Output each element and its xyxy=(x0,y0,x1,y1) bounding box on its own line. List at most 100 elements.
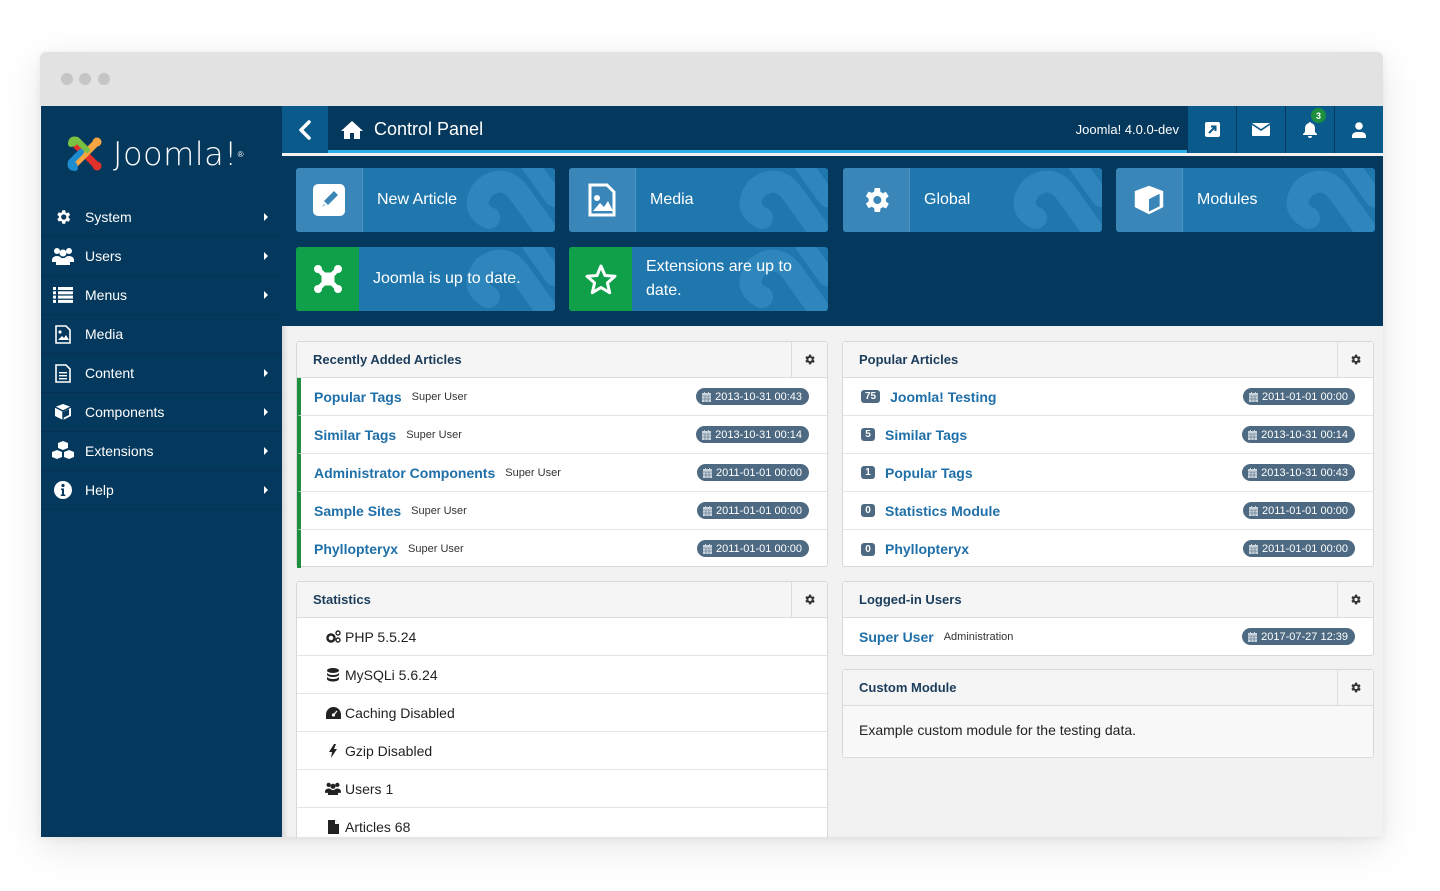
popular-articles-card: Popular Articles 75 Joomla! Testing 2011… xyxy=(842,341,1374,567)
statistic-row: Caching Disabled xyxy=(297,694,827,732)
quick-icon-joomla-update[interactable]: Joomla is up to date. xyxy=(296,247,555,311)
module-settings-button[interactable] xyxy=(791,582,827,617)
sidebar-item-users[interactable]: Users xyxy=(41,237,282,276)
user-menu-button[interactable] xyxy=(1334,106,1383,153)
window-close-button[interactable] xyxy=(61,73,73,85)
gear-icon xyxy=(1351,594,1361,605)
article-title-link[interactable]: Similar Tags xyxy=(314,427,396,443)
mail-icon xyxy=(1252,123,1270,136)
quick-icons-panel: New Article Media Global Modules Joomla … xyxy=(282,156,1383,326)
quick-icon-modules[interactable]: Modules xyxy=(1116,168,1375,232)
sidebar-item-label: Components xyxy=(85,404,165,420)
module-settings-button[interactable] xyxy=(791,342,827,377)
calendar-icon xyxy=(1248,505,1258,516)
article-title-link[interactable]: Statistics Module xyxy=(885,503,1000,519)
hits-badge: 0 xyxy=(861,504,875,517)
date-badge: 2011-01-01 00:00 xyxy=(1242,540,1355,557)
statistic-label: Users 1 xyxy=(345,780,394,797)
sidebar-item-components[interactable]: Components xyxy=(41,393,282,432)
caret-right-icon xyxy=(264,447,268,455)
module-settings-button[interactable] xyxy=(1337,670,1373,705)
recent-article-row: Phyllopteryx Super User 2011-01-01 00:00 xyxy=(297,530,827,568)
article-title-link[interactable]: Administrator Components xyxy=(314,465,495,481)
hits-badge: 75 xyxy=(861,390,881,403)
statistic-row: Articles 68 xyxy=(297,808,827,837)
calendar-icon xyxy=(702,429,712,440)
date-text: 2013-10-31 00:14 xyxy=(1261,428,1348,441)
sidebar-item-menus[interactable]: Menus xyxy=(41,276,282,315)
card-title: Logged-in Users xyxy=(859,592,962,607)
date-badge: 2011-01-01 00:00 xyxy=(696,464,809,481)
notifications-button[interactable]: 3 xyxy=(1285,106,1334,153)
popular-article-row: 0 Phyllopteryx 2011-01-01 00:00 xyxy=(843,530,1373,568)
sidebar-menu: System Users Menus Media Content Compone… xyxy=(41,198,282,510)
messages-button[interactable] xyxy=(1236,106,1285,153)
module-settings-button[interactable] xyxy=(1337,342,1373,377)
gear-icon xyxy=(805,354,815,365)
info-icon xyxy=(41,481,85,499)
sidebar-toggle-button[interactable] xyxy=(282,106,328,153)
user-client: Administration xyxy=(943,631,1014,643)
date-text: 2013-10-31 00:14 xyxy=(715,428,802,441)
date-badge: 2017-07-27 12:39 xyxy=(1242,628,1355,645)
sidebar: Joomla! ® System Users Menus Media Conte… xyxy=(41,106,282,837)
quick-icon-label: New Article xyxy=(377,191,458,208)
article-author: Super User xyxy=(411,390,468,403)
quick-icon-label: Joomla is up to date. xyxy=(373,270,521,287)
top-header: Control Panel Joomla! 4.0.0-dev 3 xyxy=(282,106,1383,153)
quick-icon-extensions-update[interactable]: Extensions are up to date. xyxy=(569,247,828,311)
statistic-label: PHP 5.5.24 xyxy=(345,628,417,645)
file-icon xyxy=(41,363,85,383)
list-icon xyxy=(41,287,85,303)
window-maximize-button[interactable] xyxy=(98,73,110,85)
popular-article-row: 5 Similar Tags 2013-10-31 00:14 xyxy=(843,416,1373,454)
gear-icon xyxy=(805,594,815,605)
view-site-button[interactable] xyxy=(1187,106,1236,153)
statistic-label: MySQLi 5.6.24 xyxy=(345,666,438,683)
sidebar-item-system[interactable]: System xyxy=(41,198,282,237)
caret-right-icon xyxy=(264,369,268,377)
recent-article-row: Administrator Components Super User 2011… xyxy=(297,454,827,492)
article-title-link[interactable]: Joomla! Testing xyxy=(890,389,996,405)
article-title-link[interactable]: Sample Sites xyxy=(314,503,401,519)
sidebar-item-label: Media xyxy=(85,326,124,342)
module-settings-button[interactable] xyxy=(1337,582,1373,617)
sidebar-item-extensions[interactable]: Extensions xyxy=(41,432,282,471)
article-title-link[interactable]: Popular Tags xyxy=(885,465,973,481)
sidebar-item-media[interactable]: Media xyxy=(41,315,282,354)
quick-icon-label: Extensions are up to date. xyxy=(646,258,792,299)
article-title-link[interactable]: Phyllopteryx xyxy=(314,541,398,557)
window-minimize-button[interactable] xyxy=(79,73,91,85)
sidebar-item-label: Content xyxy=(85,365,135,381)
quick-icon-media[interactable]: Media xyxy=(569,168,828,232)
image-icon xyxy=(41,324,85,344)
date-text: 2011-01-01 00:00 xyxy=(1261,390,1348,403)
calendar-icon xyxy=(702,505,712,516)
article-title-link[interactable]: Similar Tags xyxy=(885,427,967,443)
sidebar-item-label: Extensions xyxy=(85,443,154,459)
date-text: 2011-01-01 00:00 xyxy=(715,466,802,479)
logo-registered-mark: ® xyxy=(237,149,244,159)
sidebar-item-label: Users xyxy=(85,248,122,264)
quick-icon-global[interactable]: Global xyxy=(843,168,1102,232)
article-title-link[interactable]: Phyllopteryx xyxy=(885,541,969,557)
date-text: 2013-10-31 00:43 xyxy=(1261,466,1348,479)
page-title-text: Control Panel xyxy=(374,119,484,139)
hits-badge: 1 xyxy=(861,466,875,479)
header-actions: 3 xyxy=(1187,106,1383,153)
card-title: Statistics xyxy=(313,592,371,607)
sidebar-item-help[interactable]: Help xyxy=(41,471,282,510)
pencil-icon xyxy=(313,184,345,216)
article-title-link[interactable]: Popular Tags xyxy=(314,389,402,405)
quick-icon-label: Modules xyxy=(1197,191,1258,208)
date-badge: 2013-10-31 00:43 xyxy=(1242,464,1355,481)
sidebar-item-content[interactable]: Content xyxy=(41,354,282,393)
quick-icon-new-article[interactable]: New Article xyxy=(296,168,555,232)
quick-icon-label: Global xyxy=(924,191,971,208)
user-name-link[interactable]: Super User xyxy=(859,629,934,645)
date-badge: 2011-01-01 00:00 xyxy=(696,540,809,557)
dashboard-icon xyxy=(321,706,345,719)
notification-count-badge: 3 xyxy=(1311,108,1326,123)
joomla-logo[interactable]: Joomla! ® xyxy=(65,132,265,176)
date-text: 2011-01-01 00:00 xyxy=(715,542,802,555)
